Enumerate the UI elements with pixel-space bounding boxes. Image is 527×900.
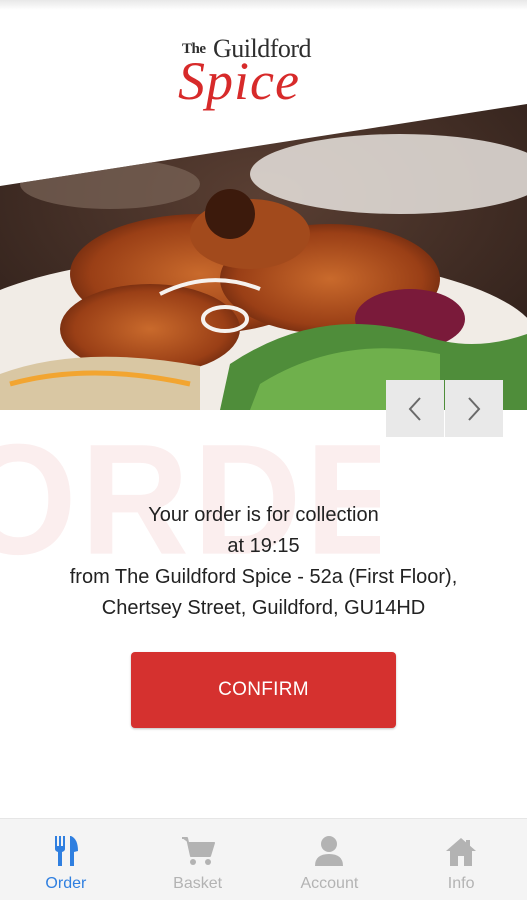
chevron-right-icon <box>468 396 481 421</box>
tab-account[interactable]: Account <box>264 819 396 900</box>
next-slide-button[interactable] <box>445 380 503 437</box>
order-summary-address: Chertsey Street, Guildford, GU14HD <box>101 597 426 619</box>
tab-label: Basket <box>173 875 223 892</box>
slider-controls <box>386 380 503 437</box>
confirm-button[interactable]: CONFIRM <box>131 652 396 728</box>
tab-label: Order <box>45 875 87 892</box>
tab-info[interactable]: Info <box>395 819 527 900</box>
logo-text-spice: Spice <box>178 51 300 111</box>
person-icon <box>315 836 344 866</box>
tab-label: Info <box>447 875 475 892</box>
prev-slide-button[interactable] <box>386 380 444 437</box>
chevron-left-icon <box>408 396 421 421</box>
cart-icon <box>181 837 215 865</box>
fork-knife-icon <box>54 836 78 866</box>
order-summary: Your order is for collection at 19:15 fr… <box>0 500 527 624</box>
home-icon <box>446 838 477 866</box>
tab-label: Account <box>300 875 359 892</box>
brand-logo: The Guildford Spice <box>178 34 358 114</box>
order-summary-line: Your order is for collection <box>148 504 379 526</box>
bottom-tab-bar: Order Basket Account Info <box>0 818 527 900</box>
hero-image <box>0 104 527 410</box>
tab-basket[interactable]: Basket <box>132 819 264 900</box>
tab-order[interactable]: Order <box>0 819 132 900</box>
order-summary-time: at 19:15 <box>227 535 300 557</box>
order-summary-line: from The Guildford Spice - 52a (First Fl… <box>69 566 458 588</box>
status-bar-shadow <box>0 0 527 10</box>
food-photo <box>0 104 527 410</box>
